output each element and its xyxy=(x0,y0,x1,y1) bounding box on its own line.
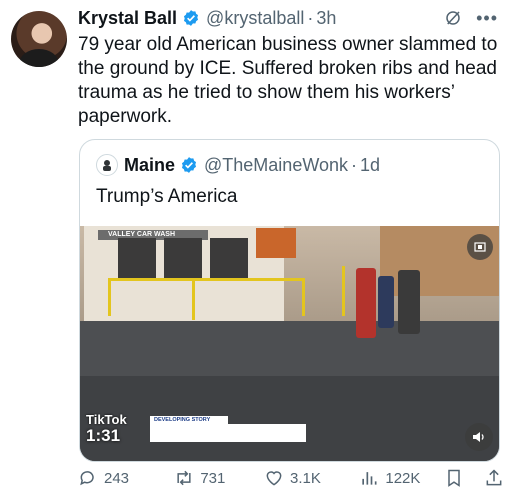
verified-badge-icon xyxy=(183,10,199,26)
quoted-post-text: Trump’s America xyxy=(96,186,238,207)
author-avatar[interactable] xyxy=(11,11,67,67)
repost-icon xyxy=(177,470,191,486)
sound-glyph xyxy=(473,432,484,442)
bookmark-icon xyxy=(448,469,461,487)
reply-button[interactable]: 243 xyxy=(78,468,174,488)
video-scene-person xyxy=(378,276,394,328)
video-window xyxy=(210,238,248,280)
video-player[interactable]: VALLEY CAR WASH TikTok 1:31 DEVELOPING S… xyxy=(80,226,499,461)
like-count: 3.1K xyxy=(290,469,321,487)
share-button[interactable] xyxy=(484,468,504,488)
video-lower-third xyxy=(150,424,306,442)
views-button[interactable]: 122K xyxy=(359,468,444,488)
sound-icon[interactable] xyxy=(465,423,493,451)
reply-count: 243 xyxy=(104,469,130,487)
post-time[interactable]: 3h xyxy=(316,8,336,29)
quoted-author-name[interactable]: Maine xyxy=(124,155,175,176)
bookmark-button[interactable] xyxy=(444,468,484,488)
video-scene-person xyxy=(356,268,376,338)
tiktok-watermark: TikTok xyxy=(86,412,127,427)
video-window xyxy=(118,238,156,280)
share-icon xyxy=(486,469,502,486)
video-scene-railing xyxy=(192,278,195,320)
like-icon xyxy=(266,471,282,486)
video-scene-building: VALLEY CAR WASH xyxy=(84,226,284,321)
video-window xyxy=(164,238,202,280)
separator-dot: · xyxy=(351,154,358,175)
video-scene-railing xyxy=(302,278,305,316)
video-scene-railing xyxy=(342,266,345,316)
reply-icon xyxy=(80,471,94,486)
post-header: Krystal Ball @krystalball · 3h ••• xyxy=(78,4,498,32)
quoted-post-time[interactable]: 1d xyxy=(360,155,380,176)
grok-icon[interactable] xyxy=(444,9,462,27)
verified-badge-icon xyxy=(181,157,197,173)
like-button[interactable]: 3.1K xyxy=(264,468,359,488)
quoted-author-handle[interactable]: @TheMaineWonk xyxy=(204,155,348,176)
more-icon[interactable]: ••• xyxy=(476,9,498,27)
repost-count: 731 xyxy=(200,469,226,487)
repost-button[interactable]: 731 xyxy=(174,468,264,488)
views-count: 122K xyxy=(385,469,421,487)
video-scene-mural xyxy=(256,228,296,258)
quoted-post[interactable]: Maine @TheMaineWonk · 1d Trump’s America… xyxy=(79,139,500,462)
author-name[interactable]: Krystal Ball xyxy=(78,8,177,29)
video-scene-person xyxy=(398,270,420,334)
separator-dot: · xyxy=(307,7,314,28)
quoted-author-avatar[interactable] xyxy=(96,154,118,176)
quoted-author-avatar-icon xyxy=(103,160,111,171)
expand-icon[interactable] xyxy=(467,234,493,260)
post-text: 79 year old American business owner slam… xyxy=(78,34,498,127)
author-handle[interactable]: @krystalball xyxy=(206,8,304,29)
views-icon xyxy=(362,472,377,485)
video-timer: 1:31 xyxy=(86,426,121,445)
video-scene-railing xyxy=(108,278,304,281)
video-scene-lot xyxy=(80,376,499,461)
expand-glyph xyxy=(474,242,486,252)
video-scene-railing xyxy=(108,278,111,316)
quoted-post-header: Maine @TheMaineWonk · 1d xyxy=(96,152,380,178)
action-bar: 243 731 3.1K 122K xyxy=(78,466,504,490)
